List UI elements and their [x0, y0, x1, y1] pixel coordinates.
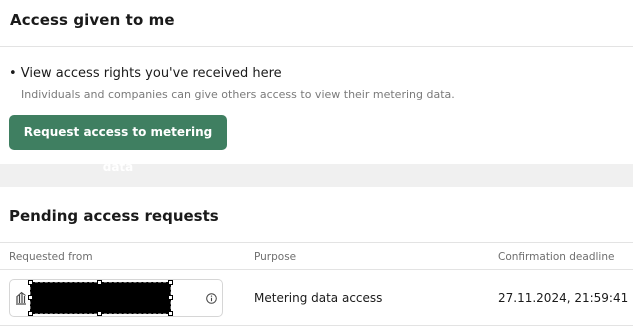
- selection-handle: [168, 295, 173, 300]
- access-given-card: Access given to me • View access rights …: [0, 0, 633, 174]
- column-header-deadline: Confirmation deadline: [498, 251, 615, 263]
- column-header-requested-from: Requested from: [9, 251, 93, 263]
- selection-handle: [97, 311, 102, 316]
- access-title-bar: Access given to me: [0, 0, 633, 47]
- selection-handle: [28, 280, 33, 285]
- table-header: Requested from Purpose Confirmation dead…: [0, 242, 633, 270]
- access-section-title: Access given to me: [10, 11, 175, 29]
- selection-handle: [168, 311, 173, 316]
- row-deadline: 27.11.2024, 21:59:41: [498, 291, 629, 305]
- selection-handle: [28, 295, 33, 300]
- column-header-purpose: Purpose: [254, 251, 297, 263]
- table-row[interactable]: Metering data access 27.11.2024, 21:59:4…: [0, 271, 633, 327]
- access-bullet-text: • View access rights you've received her…: [9, 66, 282, 81]
- pending-requests-card: Pending access requests Requested from P…: [0, 187, 633, 335]
- selection-handle: [97, 280, 102, 285]
- requested-from-box[interactable]: [9, 279, 223, 317]
- pending-section-title: Pending access requests: [9, 207, 219, 225]
- selection-handle: [168, 280, 173, 285]
- row-purpose: Metering data access: [254, 291, 383, 305]
- access-description: Individuals and companies can give other…: [21, 88, 455, 101]
- row-divider: [0, 325, 633, 326]
- bank-icon: [16, 291, 26, 305]
- selection-handle: [28, 311, 33, 316]
- redacted-name: [28, 280, 173, 316]
- info-icon[interactable]: [206, 293, 217, 304]
- request-access-button[interactable]: Request access to metering data: [9, 115, 227, 174]
